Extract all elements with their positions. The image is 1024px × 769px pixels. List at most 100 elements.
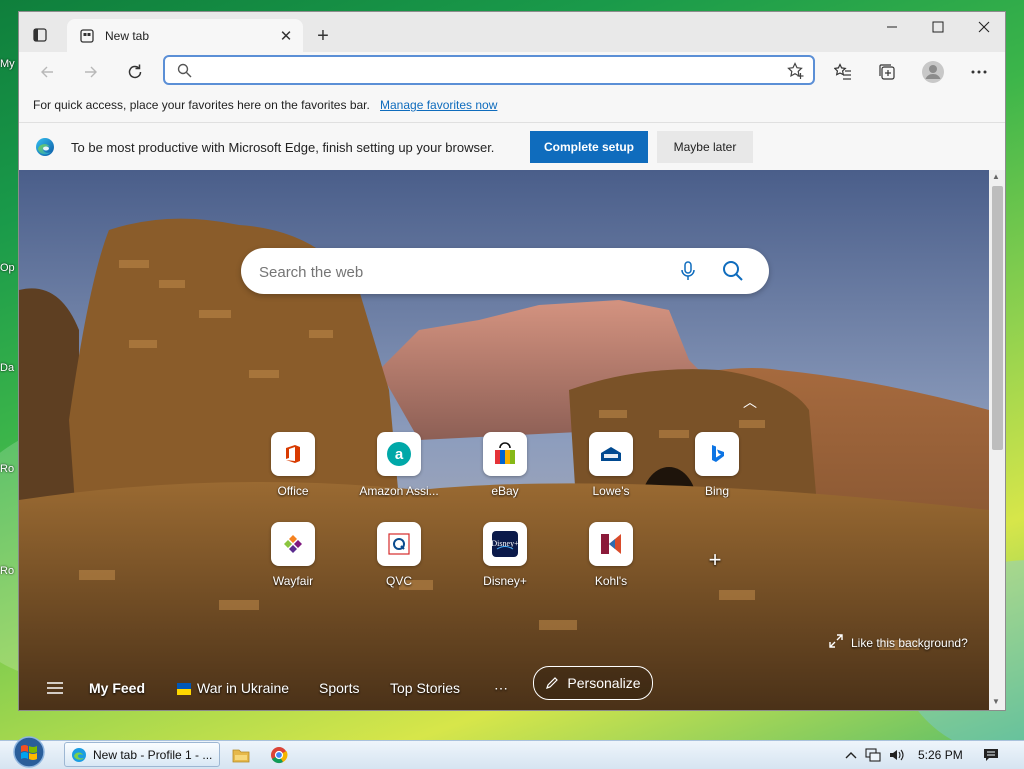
collections-icon[interactable] — [873, 58, 901, 86]
profile-avatar-icon[interactable] — [919, 58, 947, 86]
feed-tab-sports[interactable]: Sports — [319, 680, 359, 696]
browser-window: New tab ✕ + For quick access, place your… — [18, 11, 1006, 711]
close-tab-icon[interactable]: ✕ — [275, 25, 297, 47]
quick-link-kohls[interactable]: Kohl's — [566, 522, 656, 588]
feed-tab-war-in-ukraine[interactable]: War in Ukraine — [177, 680, 289, 696]
show-hidden-icons-icon[interactable] — [842, 746, 860, 764]
quick-link-bing[interactable]: Bing — [672, 432, 762, 498]
feed-tab-label: War in Ukraine — [197, 680, 290, 696]
disney-plus-icon: Disney+ — [483, 522, 527, 566]
quick-link-label: QVC — [385, 574, 412, 588]
close-window-icon[interactable] — [961, 12, 1005, 42]
quick-link-qvc[interactable]: QVC — [354, 522, 444, 588]
setup-message: To be most productive with Microsoft Edg… — [71, 140, 495, 155]
refresh-icon[interactable] — [121, 58, 149, 86]
ebay-icon — [483, 432, 527, 476]
collapse-quick-links-icon[interactable]: ︿ — [743, 392, 757, 412]
new-tab-favicon-icon — [79, 28, 95, 44]
scroll-up-icon[interactable]: ▲ — [992, 172, 1000, 181]
quick-link-label: eBay — [491, 484, 519, 498]
desktop-icon-label[interactable]: Op — [0, 262, 18, 274]
address-bar[interactable] — [163, 55, 815, 85]
bing-icon — [695, 432, 739, 476]
add-favorite-star-icon[interactable] — [787, 62, 805, 83]
address-input[interactable] — [203, 60, 767, 82]
feed-tab-my-feed[interactable]: My Feed — [89, 680, 145, 696]
quick-link-disney-plus[interactable]: Disney+ Disney+ — [460, 522, 550, 588]
maybe-later-button[interactable]: Maybe later — [657, 131, 753, 163]
svg-text:a: a — [395, 446, 404, 463]
hamburger-menu-icon[interactable] — [47, 682, 63, 694]
web-search-box[interactable] — [241, 248, 769, 294]
minimize-icon[interactable] — [869, 12, 915, 42]
new-tab-button[interactable]: + — [311, 24, 335, 48]
scrollbar-thumb[interactable] — [992, 186, 1003, 450]
expand-icon — [829, 634, 843, 651]
web-search-input[interactable] — [257, 261, 661, 283]
setup-infobar: To be most productive with Microsoft Edg… — [19, 122, 1005, 171]
manage-favorites-link[interactable]: Manage favorites now — [380, 98, 497, 112]
desktop-icon-label[interactable]: Ro — [0, 565, 18, 577]
like-background-link[interactable]: Like this background? — [829, 634, 968, 651]
chrome-icon[interactable] — [268, 744, 290, 766]
office-icon — [271, 432, 315, 476]
quick-link-label: Disney+ — [483, 574, 527, 588]
personalize-button[interactable]: Personalize — [533, 666, 653, 700]
tab-strip: New tab ✕ + — [19, 12, 1005, 53]
search-icon — [177, 63, 192, 81]
start-button[interactable] — [8, 735, 50, 769]
favorites-bar-message: For quick access, place your favorites h… — [33, 98, 370, 112]
quick-link-amazon[interactable]: a Amazon Assi... — [354, 432, 444, 498]
complete-setup-button[interactable]: Complete setup — [530, 131, 648, 163]
scroll-down-icon[interactable]: ▼ — [992, 697, 1000, 706]
taskbar-item-edge[interactable]: New tab - Profile 1 - ... — [64, 742, 220, 767]
feed-more-icon[interactable]: ⋯ — [494, 680, 508, 697]
amazon-icon: a — [377, 432, 421, 476]
favorites-bar: For quick access, place your favorites h… — [19, 90, 1005, 120]
network-icon[interactable] — [864, 746, 882, 764]
kohls-icon — [589, 522, 633, 566]
quick-link-wayfair[interactable]: Wayfair — [248, 522, 338, 588]
tab-title: New tab — [105, 29, 150, 43]
quick-link-lowes[interactable]: Lowe's — [566, 432, 656, 498]
quick-link-label: Office — [277, 484, 309, 498]
ukraine-flag-icon — [177, 682, 191, 695]
microphone-icon[interactable] — [677, 260, 699, 282]
tab-actions-icon[interactable] — [29, 24, 51, 46]
personalize-label: Personalize — [567, 675, 641, 691]
volume-icon[interactable] — [888, 746, 906, 764]
desktop-icon-label[interactable]: Ro — [0, 463, 18, 475]
quick-link-label: Lowe's — [592, 484, 630, 498]
favorites-icon[interactable] — [829, 58, 857, 86]
tab-new-tab[interactable]: New tab ✕ — [67, 19, 303, 53]
desktop-icon-label[interactable]: Da — [0, 362, 18, 374]
page-scrollbar[interactable]: ▲ ▼ — [989, 170, 1005, 710]
taskbar: New tab - Profile 1 - ... 5:26 PM — [0, 736, 1024, 769]
more-options-icon[interactable] — [965, 58, 993, 86]
maximize-icon[interactable] — [915, 12, 961, 42]
search-icon[interactable] — [721, 259, 745, 283]
feed-tab-top-stories[interactable]: Top Stories — [390, 680, 460, 696]
browser-toolbar — [19, 52, 1005, 90]
new-tab-page: ︿ Office a Amazon Assi... eBay Lowe's — [19, 170, 989, 710]
file-explorer-icon[interactable] — [230, 744, 252, 766]
lowes-icon — [589, 432, 633, 476]
pencil-icon — [546, 677, 559, 689]
feed-navigation: My Feed War in Ukraine Sports Top Storie… — [19, 666, 989, 710]
quick-link-label: Bing — [704, 484, 730, 498]
windows-logo-icon — [13, 736, 45, 768]
forward-arrow-icon[interactable] — [77, 58, 105, 86]
quick-link-ebay[interactable]: eBay — [460, 432, 550, 498]
qvc-icon — [377, 522, 421, 566]
taskbar-item-label: New tab - Profile 1 - ... — [93, 747, 213, 762]
quick-link-office[interactable]: Office — [248, 432, 338, 498]
add-shortcut-icon[interactable]: + — [705, 549, 725, 571]
back-arrow-icon[interactable] — [33, 58, 61, 86]
wayfair-icon — [271, 522, 315, 566]
action-center-icon[interactable] — [982, 746, 1000, 764]
quick-link-label: Amazon Assi... — [359, 484, 439, 498]
desktop-icon-label[interactable]: My — [0, 58, 18, 70]
quick-link-label: Kohl's — [594, 574, 628, 588]
edge-logo-icon — [72, 747, 86, 762]
quick-link-label: Wayfair — [272, 574, 314, 588]
